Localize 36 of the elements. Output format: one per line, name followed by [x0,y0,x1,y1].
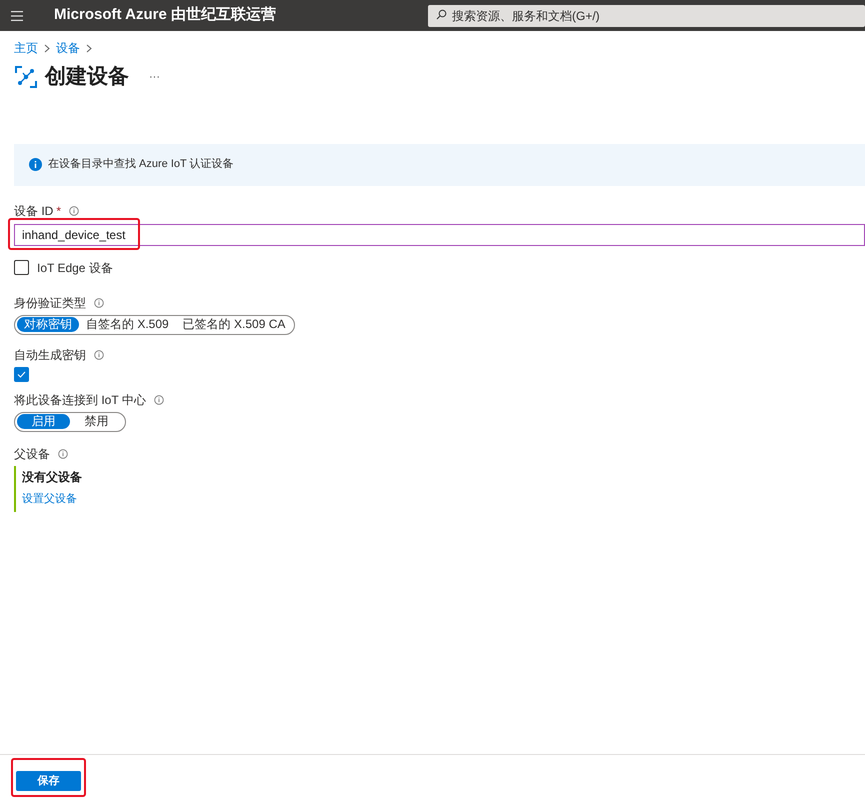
device-id-field[interactable]: inhand_device_test [14,224,865,246]
field-label: 身份验证类型 [14,294,86,312]
field-label: 设备 ID [14,202,54,220]
info-icon [94,350,104,360]
required-mark: * [56,202,62,220]
breadcrumb-link[interactable]: 主页 [14,39,38,57]
segment-option[interactable]: 自签名的 X.509 [79,317,176,332]
parent-device-value: 没有父设备 [22,468,82,486]
field-label: 自动生成密钥 [14,346,86,364]
save-button[interactable]: 保存 [16,770,81,791]
checkbox[interactable] [14,366,29,382]
info-text: 在设备目录中查找 Azure IoT 认证设备 [48,157,234,172]
set-parent-link[interactable]: 设置父设备 [22,492,77,504]
menu-icon[interactable] [11,10,23,20]
portal-title[interactable]: Microsoft Azure 由世纪互联运营 [54,4,276,27]
info-icon [94,298,104,308]
info-icon [154,394,164,404]
search-icon [436,8,447,20]
chevron-icon [86,44,92,52]
segment-option[interactable]: 启用 [17,414,70,429]
info-icon [29,158,42,171]
page-title: 创建设备 [45,64,129,90]
breadcrumb-link[interactable]: 设备 [56,39,80,57]
segment-option[interactable]: 对称密钥 [17,317,79,332]
more-button[interactable]: ··· [149,68,160,85]
search-field[interactable]: 搜索资源、服务和文档(G+/) [428,4,865,26]
field-label: 将此设备连接到 IoT 中心 [14,392,146,408]
checkbox-label: IoT Edge 设备 [37,260,113,276]
device-network-icon [14,64,38,89]
field-label: 父设备 [14,446,50,462]
segment-option[interactable]: 已签名的 X.509 CA [176,317,292,332]
chevron-icon [44,44,50,52]
checkbox[interactable] [14,260,29,275]
info-icon [58,448,68,458]
segment-option[interactable]: 禁用 [70,414,123,429]
info-icon [69,206,80,216]
